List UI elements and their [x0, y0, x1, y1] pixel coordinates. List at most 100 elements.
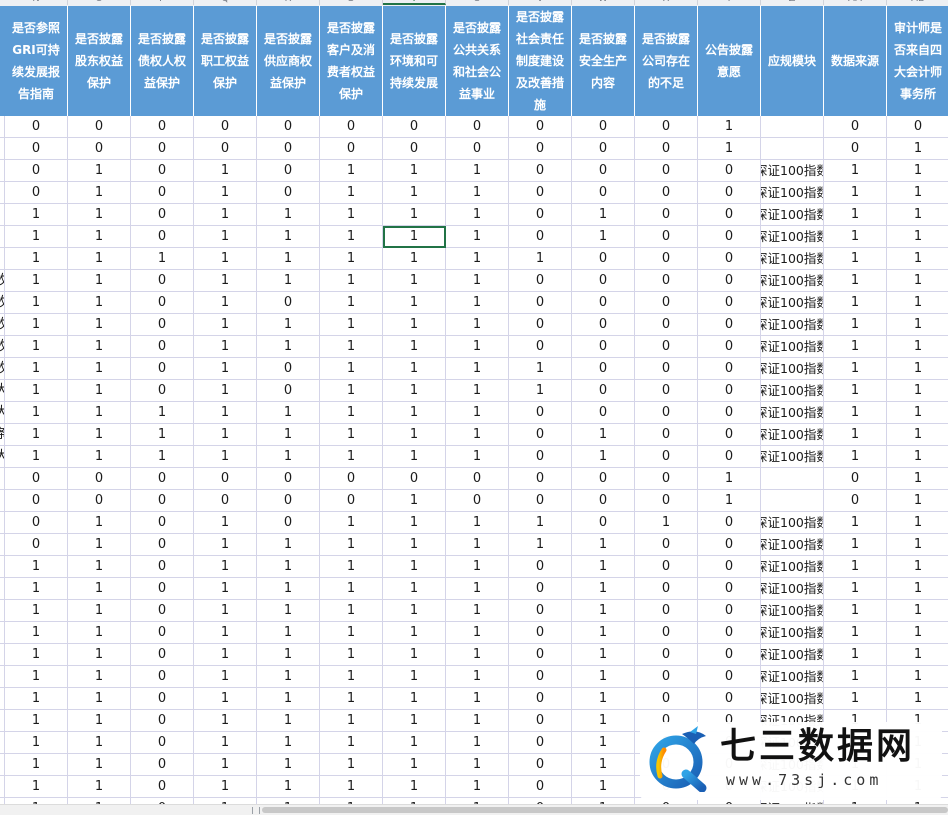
cell[interactable]: 1 — [446, 622, 509, 644]
cell[interactable]: 1 — [887, 226, 948, 248]
cell[interactable]: 深证100指数 — [761, 644, 824, 666]
cell[interactable]: 1 — [194, 754, 257, 776]
cell[interactable]: 0 — [131, 512, 194, 534]
cell[interactable]: 1 — [887, 314, 948, 336]
cell[interactable]: 1 — [257, 534, 320, 556]
cell[interactable]: 1 — [383, 270, 446, 292]
cell[interactable]: 1 — [383, 556, 446, 578]
cell[interactable]: 0 — [131, 732, 194, 754]
cell[interactable]: 0 — [5, 182, 68, 204]
cell[interactable]: 0 — [320, 468, 383, 490]
cell[interactable]: 1 — [572, 622, 635, 644]
cell[interactable]: 0 — [194, 116, 257, 138]
cell[interactable]: 1 — [824, 622, 887, 644]
cell[interactable]: 0 — [383, 468, 446, 490]
cell[interactable]: 0 — [509, 116, 572, 138]
cell[interactable]: 1 — [194, 402, 257, 424]
cell[interactable]: 0 — [5, 512, 68, 534]
column-letter-X[interactable]: X — [635, 0, 698, 5]
cell[interactable]: 0 — [5, 116, 68, 138]
cell[interactable]: 1 — [446, 248, 509, 270]
cell[interactable]: 1 — [509, 512, 572, 534]
cell[interactable]: 0 — [131, 622, 194, 644]
cell[interactable]: 0 — [635, 644, 698, 666]
table-row[interactable]: 00000000000100 — [0, 116, 948, 138]
cell[interactable]: 1 — [446, 424, 509, 446]
cell[interactable]: 1 — [5, 380, 68, 402]
cell[interactable]: 1 — [824, 314, 887, 336]
spreadsheet-grid[interactable]: NOPQRSTUVWXYZAAAB 是否参照GRI可持续发展报告指南是否披露股东… — [0, 0, 948, 804]
cell[interactable]: 1 — [383, 732, 446, 754]
cell[interactable]: 1 — [887, 578, 948, 600]
cell[interactable]: 0 — [509, 644, 572, 666]
table-row[interactable]: 00000000000101 — [0, 468, 948, 490]
cell[interactable]: 1 — [320, 622, 383, 644]
cell[interactable]: 0 — [509, 424, 572, 446]
cell[interactable]: 0 — [68, 468, 131, 490]
cell[interactable]: 1 — [572, 776, 635, 798]
cell[interactable]: 0 — [131, 314, 194, 336]
cell[interactable]: 0 — [635, 578, 698, 600]
cell[interactable]: 1 — [320, 600, 383, 622]
cell[interactable]: 1 — [320, 226, 383, 248]
cell[interactable]: 0 — [320, 138, 383, 160]
cell[interactable]: 0 — [509, 336, 572, 358]
cell[interactable]: 深证100指数 — [761, 600, 824, 622]
cell[interactable]: 1 — [383, 754, 446, 776]
cell[interactable]: 0 — [509, 270, 572, 292]
column-letter-Q[interactable]: Q — [194, 0, 257, 5]
cell[interactable]: 1 — [887, 204, 948, 226]
cell[interactable]: 0 — [383, 138, 446, 160]
cell[interactable]: 1 — [887, 160, 948, 182]
cell[interactable]: 1 — [5, 424, 68, 446]
cell[interactable]: 1 — [194, 160, 257, 182]
table-row[interactable]: 牧110111110000深证100指数+11 — [0, 336, 948, 358]
cell[interactable]: 深证100指数 — [761, 688, 824, 710]
table-row[interactable]: 110111110100深证100指数+11 — [0, 226, 948, 248]
cell[interactable]: 1 — [824, 358, 887, 380]
cell[interactable]: 1 — [446, 182, 509, 204]
cell[interactable]: 1 — [68, 666, 131, 688]
cell[interactable]: 1 — [320, 292, 383, 314]
cell[interactable]: 1 — [446, 776, 509, 798]
cell[interactable]: 1 — [572, 446, 635, 468]
cell[interactable]: 0 — [635, 534, 698, 556]
cell[interactable]: 1 — [383, 644, 446, 666]
cell[interactable]: 0 — [635, 248, 698, 270]
cell[interactable]: 1 — [131, 248, 194, 270]
cell[interactable]: 深证100指数+ — [761, 336, 824, 358]
header-cell-11[interactable]: 是否披露公司存在的不足 — [635, 6, 698, 116]
cell[interactable]: 0 — [635, 622, 698, 644]
cell[interactable]: 1 — [383, 358, 446, 380]
cell[interactable]: 0 — [131, 270, 194, 292]
cell[interactable]: 1 — [383, 490, 446, 512]
table-row[interactable]: 010101110000深证100指数+11 — [0, 160, 948, 182]
cell[interactable]: 1 — [383, 182, 446, 204]
cell[interactable]: 1 — [383, 710, 446, 732]
cell[interactable]: 1 — [194, 776, 257, 798]
cell[interactable]: 1 — [824, 292, 887, 314]
cell[interactable]: 1 — [257, 578, 320, 600]
cell[interactable]: 1 — [68, 534, 131, 556]
cell[interactable]: 1 — [257, 248, 320, 270]
cell[interactable]: 0 — [635, 600, 698, 622]
cell[interactable]: 1 — [572, 710, 635, 732]
cell[interactable]: 0 — [635, 490, 698, 512]
cell[interactable]: 深证100指数+ — [761, 226, 824, 248]
cell[interactable]: 0 — [509, 160, 572, 182]
cell[interactable]: 1 — [446, 710, 509, 732]
cell[interactable]: 0 — [131, 160, 194, 182]
cell[interactable]: 1 — [572, 424, 635, 446]
cell[interactable]: 0 — [446, 138, 509, 160]
cell[interactable]: 1 — [320, 512, 383, 534]
cell[interactable]: 1 — [5, 776, 68, 798]
cell[interactable]: 1 — [257, 402, 320, 424]
cell[interactable]: 1 — [5, 578, 68, 600]
cell[interactable]: 1 — [68, 248, 131, 270]
column-letter-T[interactable]: T — [383, 0, 446, 5]
cell[interactable]: 1 — [509, 358, 572, 380]
table-row[interactable]: 010101111010深证100指数11 — [0, 512, 948, 534]
cell[interactable]: 0 — [257, 490, 320, 512]
cell[interactable]: 0 — [509, 666, 572, 688]
cell[interactable]: 1 — [824, 556, 887, 578]
